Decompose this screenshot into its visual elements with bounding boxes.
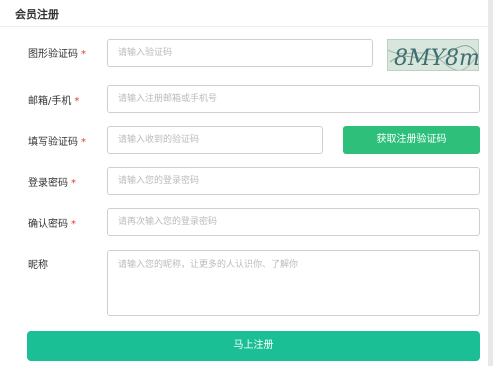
- password-label: 登录密码 *: [28, 174, 76, 189]
- required-marker: *: [81, 49, 86, 60]
- required-marker: *: [71, 178, 76, 189]
- password-input[interactable]: 请输入您的登录密码: [107, 167, 480, 195]
- account-input[interactable]: 请输入注册邮箱或手机号: [107, 85, 480, 113]
- get-verify-code-button[interactable]: 获取注册验证码: [343, 126, 480, 154]
- captcha-label: 图形验证码 *: [28, 45, 86, 60]
- required-marker: *: [71, 219, 76, 230]
- captcha-label-text: 图形验证码: [28, 49, 78, 60]
- confirm-password-label-text: 确认密码: [28, 219, 68, 230]
- account-label-text: 邮箱/手机: [28, 96, 72, 107]
- confirm-password-label: 确认密码 *: [28, 215, 76, 230]
- account-label: 邮箱/手机 *: [28, 92, 79, 107]
- captcha-image-text: 8MY8m: [394, 46, 479, 71]
- confirm-password-input[interactable]: 请再次输入您的登录密码: [107, 208, 480, 236]
- page-edge: [488, 0, 493, 366]
- verify-code-label: 填写验证码 *: [28, 133, 86, 148]
- verify-code-label-text: 填写验证码: [28, 137, 78, 148]
- verify-code-input[interactable]: 请输入收到的验证码: [107, 126, 323, 154]
- page-title: 会员注册: [15, 8, 59, 21]
- required-marker: *: [74, 96, 80, 107]
- title-divider: [0, 26, 488, 27]
- registration-panel: 会员注册 图形验证码 * 请输入验证码 8MY8m 邮箱/手机 * 请输入注册邮箱或…: [0, 0, 488, 366]
- required-marker: *: [81, 137, 86, 148]
- captcha-image-graphic: 8MY8m: [388, 40, 479, 71]
- captcha-input[interactable]: 请输入验证码: [107, 39, 373, 67]
- register-submit-button[interactable]: 马上注册: [27, 331, 480, 361]
- nickname-textarea[interactable]: 请输入您的昵称，让更多的人认识你、了解你: [107, 250, 480, 316]
- captcha-image[interactable]: 8MY8m: [387, 39, 479, 71]
- password-label-text: 登录密码: [28, 178, 68, 189]
- nickname-label: 昵称: [28, 260, 48, 271]
